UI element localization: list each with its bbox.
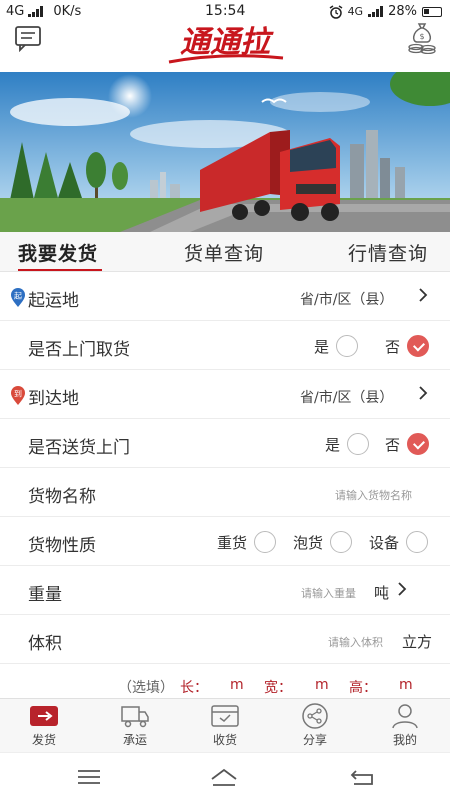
weight-row[interactable]: 重量 请输入重量 吨: [0, 566, 450, 615]
network-speed: 0K/s: [53, 4, 82, 19]
origin-row[interactable]: 起 起运地 省/市/区（县）: [0, 272, 450, 321]
promo-banner[interactable]: [0, 72, 450, 232]
system-nav-bar: [0, 752, 450, 800]
delivery-row: 是否送货上门 是 否: [0, 419, 450, 468]
person-icon: [392, 704, 418, 729]
destination-row[interactable]: 到 到达地 省/市/区（县）: [0, 370, 450, 419]
svg-text:到: 到: [14, 390, 22, 399]
tab-bar: 我要发货 货单查询 行情查询: [0, 232, 450, 272]
cargo-name-label: 货物名称: [28, 487, 96, 507]
svg-text:$: $: [419, 32, 424, 41]
coin-bag-icon[interactable]: $: [406, 20, 438, 54]
tab-ship[interactable]: 我要发货: [18, 239, 98, 266]
network-type-right: 4G: [347, 5, 364, 18]
cargo-type-row: 货物性质 重货 泡货 设备: [0, 517, 450, 566]
network-type-left: 4G: [6, 4, 25, 19]
svg-text:起: 起: [14, 292, 22, 301]
delivery-yes-label: 是: [325, 436, 341, 454]
nav-share-label: 分享: [302, 733, 327, 747]
nav-mine-label: 我的: [392, 733, 417, 747]
width-label: 宽：: [264, 680, 292, 696]
app-logo: 通通拉: [163, 22, 287, 68]
destination-value[interactable]: 省/市/区（县）: [300, 387, 393, 407]
origin-label: 起运地: [28, 291, 79, 311]
home-icon[interactable]: [209, 767, 239, 787]
cargo-type-equipment-radio[interactable]: [406, 531, 428, 553]
pickup-yes-radio[interactable]: [336, 335, 358, 357]
back-icon[interactable]: [348, 767, 378, 787]
cargo-type-bulky-radio[interactable]: [330, 531, 352, 553]
alarm-icon: [329, 4, 342, 19]
volume-unit: 立方: [402, 633, 433, 651]
nav-receive[interactable]: 收货: [195, 703, 255, 753]
weight-label: 重量: [28, 585, 62, 605]
chevron-right-icon: [419, 288, 428, 302]
bottom-nav: 发货 承运 收货 分享 我的: [0, 698, 450, 752]
dimensions-optional-label: （选填）: [118, 680, 174, 696]
cargo-type-heavy-label: 重货: [217, 534, 248, 552]
volume-label: 体积: [28, 634, 62, 654]
nav-mine[interactable]: 我的: [375, 703, 435, 753]
cargo-type-bulky-label: 泡货: [293, 534, 324, 552]
destination-pin-icon: 到: [11, 386, 25, 405]
destination-label: 到达地: [28, 389, 79, 409]
pickup-no-radio[interactable]: [407, 335, 429, 357]
chevron-right-icon: [398, 582, 407, 596]
pickup-no-label: 否: [385, 338, 401, 356]
pickup-label: 是否上门取货: [28, 340, 130, 360]
tab-market-query[interactable]: 行情查询: [348, 239, 428, 266]
battery-percent: 28%: [388, 4, 417, 19]
length-unit[interactable]: m: [230, 677, 244, 693]
dimensions-row: （选填） 长： m 宽： m 高： m: [0, 677, 450, 697]
cargo-type-heavy-radio[interactable]: [254, 531, 276, 553]
pickup-yes-label: 是: [314, 338, 330, 356]
volume-row[interactable]: 体积 请输入体积 立方: [0, 615, 450, 664]
delivery-no-label: 否: [385, 436, 401, 454]
origin-value[interactable]: 省/市/区（县）: [300, 289, 393, 309]
nav-share[interactable]: 分享: [285, 703, 345, 753]
app-header: 通通拉 $: [0, 18, 450, 72]
origin-pin-icon: 起: [11, 288, 25, 307]
truck-send-icon: [30, 706, 58, 726]
length-label: 长：: [180, 680, 208, 696]
active-tab-underline: [18, 269, 102, 271]
nav-receive-label: 收货: [212, 733, 237, 747]
status-time: 15:54: [205, 3, 246, 19]
signal-icon: [28, 6, 44, 17]
height-unit[interactable]: m: [399, 677, 413, 693]
height-label: 高：: [349, 680, 377, 696]
delivery-no-radio[interactable]: [407, 433, 429, 455]
delivery-label: 是否送货上门: [28, 438, 130, 458]
nav-carry[interactable]: 承运: [105, 703, 165, 753]
cargo-type-equipment-label: 设备: [369, 534, 400, 552]
weight-unit: 吨: [374, 584, 390, 602]
width-unit[interactable]: m: [315, 677, 329, 693]
share-icon: [302, 703, 328, 729]
nav-carry-label: 承运: [122, 733, 147, 747]
signal-icon-right: [368, 6, 384, 17]
menu-icon[interactable]: [74, 767, 104, 787]
weight-input[interactable]: 请输入重量: [301, 585, 356, 601]
pickup-row: 是否上门取货 是 否: [0, 321, 450, 370]
message-icon[interactable]: [14, 24, 42, 52]
cargo-type-label: 货物性质: [28, 536, 96, 556]
nav-ship-label: 发货: [31, 733, 56, 747]
tab-order-query[interactable]: 货单查询: [184, 239, 264, 266]
cargo-name-row[interactable]: 货物名称 请输入货物名称: [0, 468, 450, 517]
receive-box-icon: [211, 705, 239, 727]
cargo-name-input[interactable]: 请输入货物名称: [335, 487, 412, 503]
delivery-yes-radio[interactable]: [347, 433, 369, 455]
truck-carry-icon: [121, 706, 149, 728]
volume-input[interactable]: 请输入体积: [328, 634, 383, 650]
nav-ship[interactable]: 发货: [14, 703, 74, 753]
battery-icon: [422, 6, 442, 17]
chevron-right-icon: [419, 386, 428, 400]
